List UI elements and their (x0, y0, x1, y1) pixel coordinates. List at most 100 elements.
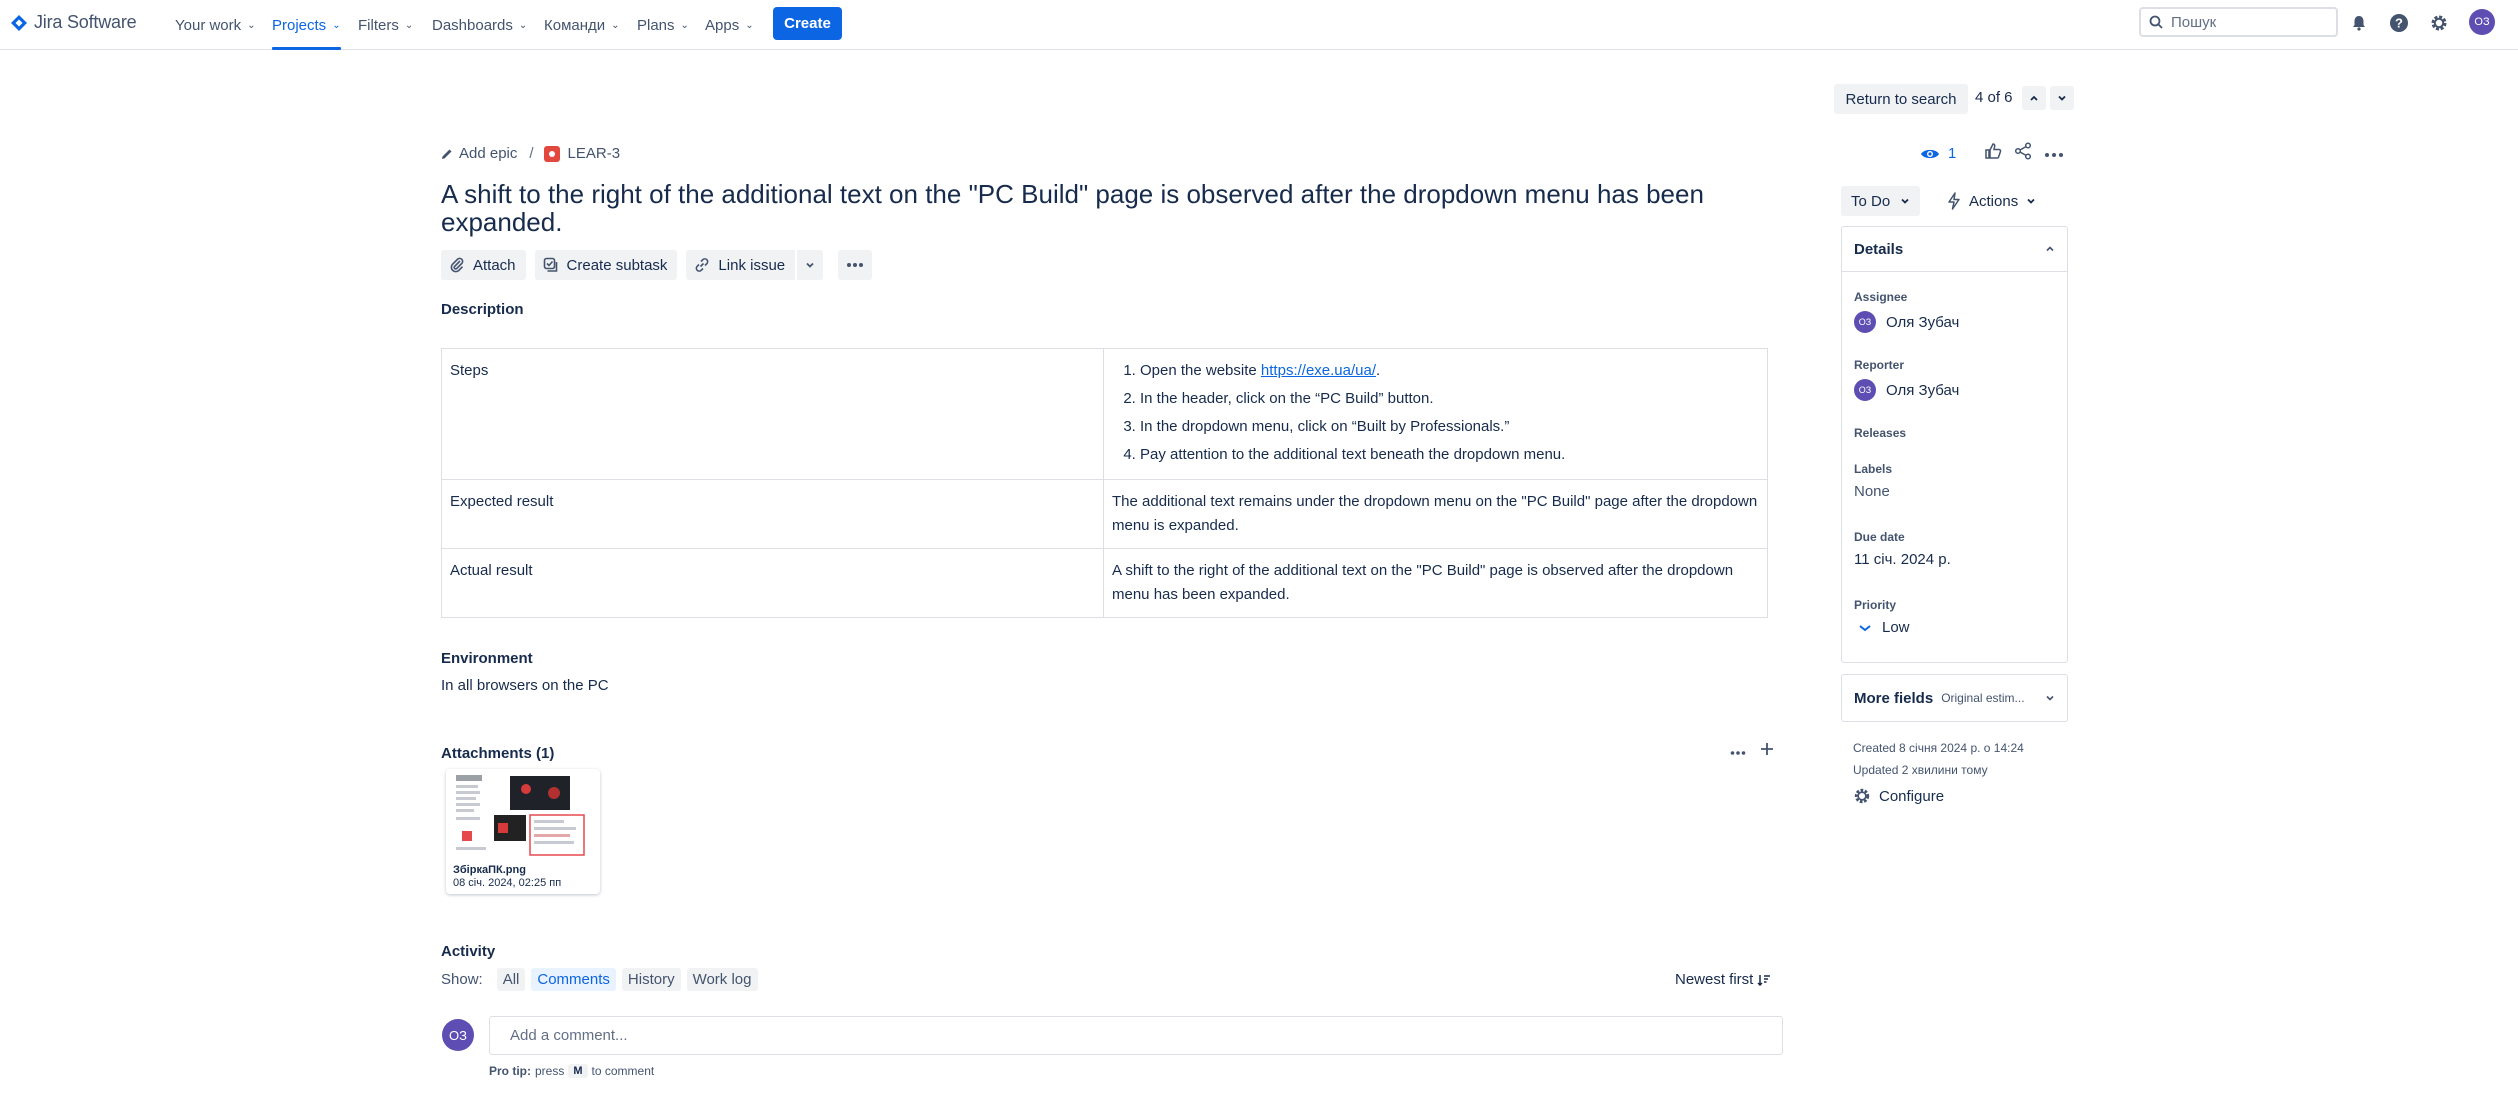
attachments-heading[interactable]: Attachments (1) (441, 745, 554, 762)
environment-value[interactable]: In all browsers on the PC (441, 677, 609, 694)
search-input[interactable]: Пошук (2139, 7, 2338, 37)
return-to-search-button[interactable]: Return to search (1834, 84, 1968, 114)
issue-key-link[interactable]: LEAR-3 (543, 145, 621, 162)
actions-dropdown[interactable]: Actions (1941, 186, 2042, 216)
subtask-icon (543, 257, 557, 272)
description-table[interactable]: Steps Open the website https://exe.ua/ua… (441, 348, 1768, 618)
more-fields-panel[interactable]: More fields Original estim... (1841, 674, 2068, 722)
attachments-more-button[interactable] (1730, 743, 1746, 761)
table-cell: Actual result (441, 548, 1104, 618)
status-label: To Do (1851, 192, 1891, 210)
issue-key: LEAR-3 (567, 145, 621, 162)
jira-logo[interactable]: Jira Software (10, 12, 137, 33)
table-cell: Expected result (441, 479, 1104, 549)
configure-label: Configure (1879, 787, 1945, 805)
user-avatar[interactable]: ОЗ (2469, 9, 2495, 35)
chevron-down-icon: ⌄ (404, 19, 414, 31)
issue-title[interactable]: A shift to the right of the additional t… (441, 180, 1781, 236)
attachments-actions (1730, 742, 1774, 761)
watch-button[interactable]: 1 (1920, 145, 1956, 162)
issue-toolbar: Attach Create subtask Link issue (441, 250, 873, 280)
tab-comments[interactable]: Comments (531, 968, 616, 991)
attach-label: Attach (473, 256, 516, 274)
nav-dashboards[interactable]: Dashboards ⌄ (432, 0, 527, 50)
updated-date: Updated 2 хвилини тому (1853, 763, 1988, 777)
attachment-date: 08 січ. 2024, 02:25 пп (453, 877, 562, 889)
chevron-down-icon (2027, 198, 2035, 204)
chevron-down-icon: ⌄ (680, 19, 689, 31)
details-header[interactable]: Details (1842, 227, 2067, 272)
configure-button[interactable]: Configure (1853, 787, 1944, 805)
next-issue-button[interactable] (2050, 86, 2074, 110)
attachment-filename: ЗбіркаПК.png (453, 864, 526, 876)
tab-history[interactable]: History (621, 968, 681, 991)
priority-field[interactable]: Low (1854, 619, 1910, 636)
nav-filters[interactable]: Filters ⌄ (358, 0, 413, 50)
eye-icon (1921, 149, 1939, 158)
nav-projects[interactable]: Projects ⌄ (272, 0, 341, 50)
activity-filter: Show: All Comments History Work log (441, 968, 758, 991)
create-button[interactable]: Create (773, 7, 842, 40)
share-button[interactable] (2014, 142, 2032, 165)
more-actions-button[interactable] (838, 250, 873, 280)
priority-label: Priority (1854, 598, 1897, 612)
priority-low-icon (1859, 624, 1871, 631)
search-icon (2149, 15, 2163, 29)
issue-more-button[interactable] (2044, 145, 2064, 163)
breadcrumb: Add epic / LEAR-3 (441, 145, 620, 162)
svg-text:?: ? (2395, 16, 2403, 31)
table-cell: Open the website https://exe.ua/ua/. In … (1103, 348, 1768, 480)
due-date-label: Due date (1854, 530, 1905, 544)
table-cell: The additional text remains under the dr… (1103, 479, 1768, 549)
app-name: Jira Software (34, 12, 137, 32)
chevron-down-icon (2058, 95, 2066, 101)
sort-order-button[interactable]: Newest first (1675, 971, 1771, 988)
nav-your-work[interactable]: Your work ⌄ (175, 0, 256, 50)
labels-label: Labels (1854, 462, 1893, 476)
top-navigation: Jira Software Your work ⌄ Projects ⌄ Filte… (0, 0, 2518, 50)
plus-icon (1761, 743, 1773, 755)
website-link[interactable]: https://exe.ua/ua/ (1261, 362, 1376, 379)
avatar: ОЗ (1854, 311, 1876, 333)
link-issue-button[interactable]: Link issue (686, 250, 796, 280)
create-subtask-label: Create subtask (566, 256, 668, 274)
attach-button[interactable]: Attach (441, 250, 526, 280)
description-heading: Description (441, 301, 524, 318)
notifications-button[interactable] (2347, 11, 2371, 35)
vote-button[interactable] (1984, 142, 2002, 165)
list-item: In the header, click on the “PC Build” b… (1140, 385, 1759, 413)
list-item: In the dropdown menu, click on “Built by… (1140, 413, 1759, 441)
sort-label: Newest first (1675, 971, 1754, 988)
labels-field[interactable]: None (1854, 483, 1890, 500)
list-item: Pay attention to the additional text ben… (1140, 441, 1759, 469)
chevron-down-icon (2046, 695, 2054, 701)
table-cell: Steps (441, 348, 1104, 480)
pencil-icon (442, 149, 452, 159)
due-date-field[interactable]: 11 січ. 2024 р. (1854, 551, 1951, 568)
comment-input[interactable]: Add a comment... (489, 1016, 1783, 1055)
comment-author-avatar: ОЗ (442, 1019, 474, 1051)
attachment-card[interactable]: ЗбіркаПК.png 08 січ. 2024, 02:25 пп (446, 769, 600, 894)
nav-apps[interactable]: Apps ⌄ (705, 0, 754, 50)
settings-button[interactable] (2427, 11, 2451, 35)
tab-work-log[interactable]: Work log (686, 968, 758, 991)
tab-all[interactable]: All (496, 968, 526, 991)
chevron-up-icon (2030, 95, 2038, 101)
nav-teams[interactable]: Команди ⌄ (544, 0, 620, 50)
details-title: Details (1854, 240, 1904, 258)
table-cell: A shift to the right of the additional t… (1103, 548, 1768, 618)
help-button[interactable]: ? (2387, 11, 2411, 35)
status-dropdown[interactable]: To Do (1841, 186, 1921, 216)
nav-plans[interactable]: Plans ⌄ (637, 0, 689, 50)
previous-issue-button[interactable] (2022, 86, 2046, 110)
assignee-field[interactable]: ОЗ Оля Зубач (1854, 311, 1959, 333)
help-icon: ? (2390, 14, 2408, 32)
environment-heading: Environment (441, 650, 533, 667)
reporter-field[interactable]: ОЗ Оля Зубач (1854, 379, 1959, 401)
link-issue-dropdown-button[interactable] (796, 250, 824, 280)
create-subtask-button[interactable]: Create subtask (534, 250, 678, 280)
link-icon (696, 258, 709, 272)
add-attachment-button[interactable] (1760, 742, 1774, 761)
add-epic-link[interactable]: Add epic (441, 145, 517, 162)
nav-label: Dashboards (432, 16, 513, 34)
